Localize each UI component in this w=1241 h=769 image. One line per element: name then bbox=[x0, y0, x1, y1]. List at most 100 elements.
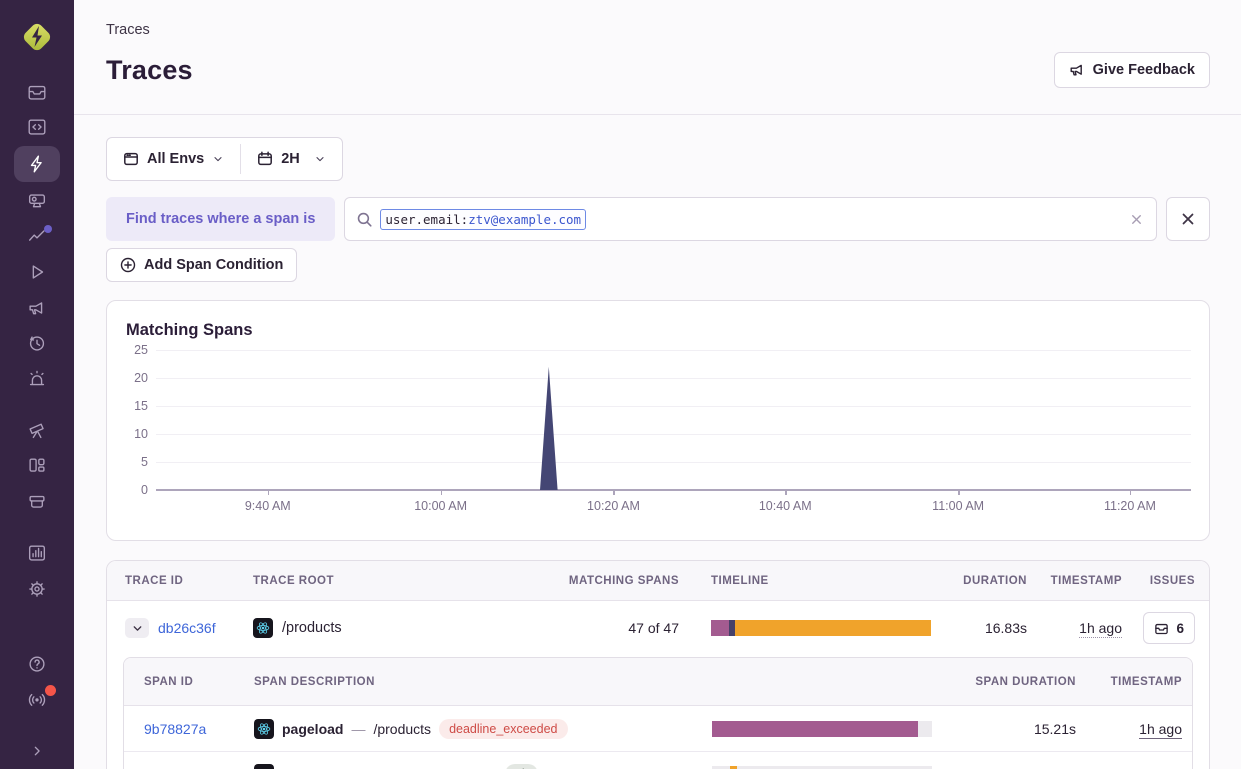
sidebar-item-feedback[interactable] bbox=[14, 291, 60, 325]
chart-y-axis: 2520151050 bbox=[126, 350, 148, 490]
clear-search-button[interactable] bbox=[1129, 212, 1144, 227]
page-title: Traces bbox=[106, 55, 193, 86]
chevron-down-icon bbox=[314, 153, 326, 165]
traces-table: Trace ID Trace Root Matching Spans Timel… bbox=[106, 560, 1210, 769]
trace-id-link[interactable]: db26c36f bbox=[158, 620, 216, 636]
close-icon bbox=[1179, 210, 1197, 228]
span-search-input[interactable]: user.email:ztv@example.com bbox=[344, 197, 1157, 241]
span-row: b7a7e441 GO http.server — GET /organizat… bbox=[124, 751, 1192, 769]
sidebar-item-archive[interactable] bbox=[14, 485, 60, 519]
trace-issues-button[interactable]: 6 bbox=[1143, 612, 1195, 644]
matching-spans-plot[interactable] bbox=[156, 350, 1191, 490]
matching-spans-count: 47 of 47 bbox=[628, 620, 679, 636]
sidebar-collapse-toggle[interactable] bbox=[14, 734, 60, 768]
go-platform-icon: GO bbox=[254, 764, 274, 769]
span-filter-chip: Find traces where a span is bbox=[106, 197, 335, 241]
spans-table-header: Span ID Span Description Span Duration T… bbox=[124, 658, 1192, 706]
page-content: All Envs 2H Find traces where a span is bbox=[74, 115, 1241, 769]
gear-icon bbox=[26, 578, 48, 600]
sidebar-item-dashboards[interactable] bbox=[14, 449, 60, 483]
span-status-badge: deadline_exceeded bbox=[439, 719, 567, 739]
sidebar-item-settings[interactable] bbox=[14, 572, 60, 606]
time-range-selector[interactable]: 2H bbox=[241, 138, 342, 180]
lightning-icon bbox=[26, 153, 48, 175]
col-span-description: Span Description bbox=[254, 676, 708, 688]
sidebar-item-stats[interactable] bbox=[14, 537, 60, 571]
col-trace-root: Trace Root bbox=[253, 575, 557, 587]
projector-icon bbox=[26, 190, 48, 212]
trace-expanded-section: Span ID Span Description Span Duration T… bbox=[107, 655, 1209, 769]
sidebar-item-replays[interactable] bbox=[14, 255, 60, 289]
col-duration: Duration bbox=[963, 575, 1027, 587]
main-area: Traces Traces Give Feedback bbox=[74, 0, 1241, 769]
page-filter-bar: All Envs 2H bbox=[106, 137, 343, 181]
trace-timeline-bar bbox=[711, 620, 931, 636]
trace-duration: 16.83s bbox=[985, 620, 1027, 636]
span-timeline-bar bbox=[712, 721, 932, 737]
matching-spans-chart-panel: Matching Spans 2520151050 9:40 AM10:00 A… bbox=[106, 300, 1210, 541]
whats-new-notification-dot bbox=[45, 685, 56, 696]
col-timestamp: Timestamp bbox=[1051, 575, 1122, 587]
insights-notification-dot bbox=[44, 225, 52, 233]
breadcrumb[interactable]: Traces bbox=[106, 22, 1210, 38]
sidebar-item-projects[interactable] bbox=[14, 111, 60, 145]
col-span-id: Span ID bbox=[144, 676, 254, 688]
close-icon bbox=[1129, 212, 1144, 227]
archive-box-icon bbox=[26, 491, 48, 513]
spans-table: Span ID Span Description Span Duration T… bbox=[123, 657, 1193, 769]
bar-stats-icon bbox=[26, 542, 48, 564]
chart-title: Matching Spans bbox=[126, 321, 1191, 340]
issues-icon bbox=[26, 81, 48, 103]
environment-selector[interactable]: All Envs bbox=[107, 138, 240, 180]
col-span-timestamp: Timestamp bbox=[1111, 676, 1182, 688]
search-filter-token[interactable]: user.email:ztv@example.com bbox=[380, 209, 586, 230]
chevron-down-icon bbox=[131, 622, 144, 635]
code-folder-icon bbox=[26, 116, 48, 138]
calendar-icon bbox=[257, 151, 273, 167]
plus-circle-icon bbox=[120, 257, 136, 273]
history-clock-icon bbox=[26, 332, 48, 354]
play-icon bbox=[26, 261, 48, 283]
trace-expand-toggle[interactable] bbox=[125, 618, 149, 638]
col-trace-id: Trace ID bbox=[125, 575, 253, 587]
trace-row: db26c36f bbox=[107, 601, 1209, 655]
traces-table-header: Trace ID Trace Root Matching Spans Timel… bbox=[107, 561, 1209, 601]
sidebar-item-crons[interactable] bbox=[14, 362, 60, 396]
sidebar-item-profiling[interactable] bbox=[14, 184, 60, 218]
sidebar-item-releases[interactable] bbox=[14, 326, 60, 360]
sidebar-item-issues[interactable] bbox=[14, 75, 60, 109]
span-row: 9b78827a bbox=[124, 706, 1192, 751]
org-logo-icon bbox=[18, 18, 56, 56]
span-duration: 15.21s bbox=[1034, 721, 1076, 737]
span-op: pageload bbox=[282, 721, 343, 737]
sidebar-item-traces[interactable] bbox=[14, 146, 60, 182]
siren-icon bbox=[26, 368, 48, 390]
span-timestamp[interactable]: 1h ago bbox=[1139, 721, 1182, 739]
sidebar bbox=[0, 0, 74, 769]
sidebar-item-discover[interactable] bbox=[14, 414, 60, 448]
chart-x-axis: 9:40 AM10:00 AM10:20 AM10:40 AM11:00 AM1… bbox=[156, 490, 1191, 520]
sidebar-item-whats-new[interactable] bbox=[14, 683, 60, 717]
sidebar-item-help[interactable] bbox=[14, 647, 60, 681]
span-description: /products bbox=[373, 721, 431, 737]
trace-timestamp[interactable]: 1h ago bbox=[1079, 620, 1122, 638]
megaphone-icon bbox=[26, 297, 48, 319]
org-avatar[interactable] bbox=[18, 18, 56, 56]
page-header: Traces Traces Give Feedback bbox=[74, 0, 1241, 115]
chevron-down-icon bbox=[212, 153, 224, 165]
trace-root-label: /products bbox=[282, 620, 342, 636]
window-icon bbox=[123, 151, 139, 167]
app-window: Traces Traces Give Feedback bbox=[0, 0, 1241, 769]
col-span-duration: Span Duration bbox=[975, 676, 1076, 688]
span-id-link[interactable]: 9b78827a bbox=[144, 721, 254, 737]
remove-span-condition-button[interactable] bbox=[1166, 197, 1210, 241]
telescope-icon bbox=[26, 420, 48, 442]
col-issues: Issues bbox=[1150, 575, 1195, 587]
col-matching-spans: Matching Spans bbox=[569, 575, 679, 587]
help-icon bbox=[26, 653, 48, 675]
give-feedback-button[interactable]: Give Feedback bbox=[1054, 52, 1210, 88]
dashboard-layout-icon bbox=[26, 455, 48, 477]
add-span-condition-button[interactable]: Add Span Condition bbox=[106, 248, 297, 282]
sidebar-item-insights[interactable] bbox=[14, 220, 60, 254]
span-filter-row: Find traces where a span is user.email:z… bbox=[106, 197, 1210, 241]
